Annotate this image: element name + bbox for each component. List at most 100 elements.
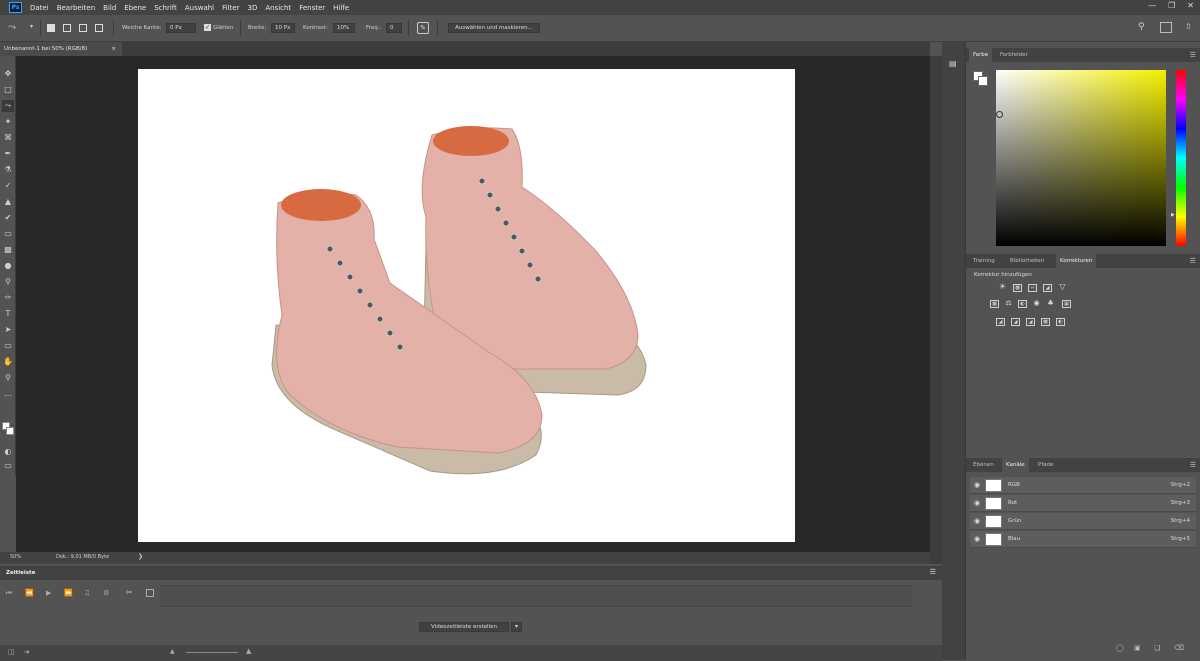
dodge-tool-icon[interactable]: ⚲	[2, 276, 14, 288]
close-icon[interactable]: ✕	[1187, 1, 1194, 10]
transition-icon[interactable]	[146, 589, 154, 597]
document-info[interactable]: Dok.: 9,01 MB/0 Byte	[56, 554, 109, 560]
previous-frame-icon[interactable]: ⏪	[25, 589, 34, 597]
gradient-map-icon[interactable]: ▩	[1041, 318, 1050, 326]
rectangle-tool-icon[interactable]: ▭	[2, 340, 14, 352]
visibility-eye-icon[interactable]: ◉	[974, 499, 980, 507]
first-frame-icon[interactable]: ⏮	[6, 589, 12, 598]
minimize-icon[interactable]: —	[1148, 1, 1156, 10]
tab-training[interactable]: Training	[969, 254, 999, 268]
lasso-tool-icon[interactable]: ⤳	[2, 100, 14, 112]
panel-menu-icon[interactable]: ☰	[1190, 461, 1196, 469]
panel-menu-icon[interactable]: ☰	[1190, 51, 1196, 59]
render-icon[interactable]: ➜	[24, 648, 30, 656]
menu-bild[interactable]: Bild	[99, 4, 120, 12]
levels-icon[interactable]: ▩	[1013, 284, 1022, 292]
save-selection-icon[interactable]: ▣	[1134, 644, 1141, 652]
convert-icon[interactable]: ◫	[8, 648, 15, 656]
settings-icon[interactable]: ⚙	[103, 589, 109, 597]
channel-mixer-icon[interactable]: ♣	[1046, 300, 1055, 308]
add-selection-icon[interactable]	[63, 24, 71, 32]
split-icon[interactable]: ✂	[126, 588, 133, 597]
background-swatch[interactable]	[978, 76, 988, 86]
visibility-eye-icon[interactable]: ◉	[974, 517, 980, 525]
new-channel-icon[interactable]: ❏	[1154, 644, 1160, 652]
hue-saturation-icon[interactable]: ▩	[990, 300, 999, 308]
tab-pfade[interactable]: Pfade	[1034, 458, 1058, 472]
panel-menu-icon[interactable]: ☰	[1190, 257, 1196, 265]
channel-row-gruen[interactable]: ◉ Grün Strg+4	[970, 513, 1196, 530]
vertical-scrollbar[interactable]	[930, 56, 942, 564]
zoom-level[interactable]: 50%	[10, 554, 21, 560]
select-and-mask-button[interactable]: Auswählen und maskieren...	[448, 23, 540, 33]
color-picker-cursor[interactable]	[996, 111, 1003, 118]
color-lookup-icon[interactable]: ▦	[1062, 300, 1071, 308]
channel-row-rgb[interactable]: ◉ RGB Strg+2	[970, 477, 1196, 494]
invert-icon[interactable]: ◢	[996, 318, 1005, 326]
tab-bibliotheken[interactable]: Bibliotheken	[1006, 254, 1048, 268]
hue-slider-handle[interactable]: ▶	[1171, 212, 1175, 218]
play-icon[interactable]: ▶	[46, 589, 51, 597]
new-selection-icon[interactable]	[47, 24, 55, 32]
document-canvas[interactable]	[138, 69, 795, 542]
zoom-slider[interactable]	[186, 652, 238, 653]
share-icon[interactable]: ⇧	[1185, 22, 1192, 31]
visibility-eye-icon[interactable]: ◉	[974, 481, 980, 489]
chevron-right-icon[interactable]: ❯	[138, 553, 143, 560]
subtract-selection-icon[interactable]	[79, 24, 87, 32]
color-picker-field[interactable]	[996, 70, 1166, 246]
brightness-contrast-icon[interactable]: ☀	[998, 283, 1007, 292]
marquee-tool-icon[interactable]: □	[2, 84, 14, 96]
eraser-tool-icon[interactable]: ▭	[2, 228, 14, 240]
visibility-eye-icon[interactable]: ◉	[974, 535, 980, 543]
pen-pressure-icon[interactable]: ✎	[417, 22, 429, 34]
timeline-track[interactable]	[160, 585, 912, 607]
load-selection-icon[interactable]: ◯	[1116, 644, 1124, 652]
clone-stamp-tool-icon[interactable]: ▲	[2, 196, 14, 208]
history-brush-tool-icon[interactable]: ✔	[2, 212, 14, 224]
pen-tool-icon[interactable]: ✑	[2, 292, 14, 304]
intersect-selection-icon[interactable]	[95, 24, 103, 32]
antialias-checkbox[interactable]: ✓	[204, 24, 211, 31]
color-balance-icon[interactable]: ⚖	[1004, 300, 1013, 308]
search-icon[interactable]: ⚲	[1138, 22, 1145, 32]
menu-ebene[interactable]: Ebene	[120, 4, 150, 12]
exposure-icon[interactable]: ◢	[1043, 284, 1052, 292]
next-frame-icon[interactable]: ⏩	[64, 589, 73, 597]
chevron-down-icon[interactable]: ▾	[30, 23, 33, 30]
menu-bearbeiten[interactable]: Bearbeiten	[53, 4, 99, 12]
tab-farbfelder[interactable]: Farbfelder	[996, 48, 1032, 62]
tab-korrekturen[interactable]: Korrekturen	[1056, 254, 1097, 268]
hue-slider[interactable]	[1176, 70, 1186, 246]
zoom-tool-icon[interactable]: ⚲	[2, 372, 14, 384]
more-tools-icon[interactable]: ⋯	[2, 390, 14, 402]
menu-filter[interactable]: Filter	[218, 4, 243, 12]
menu-auswahl[interactable]: Auswahl	[181, 4, 218, 12]
audio-icon[interactable]: ♫	[84, 589, 90, 597]
type-tool-icon[interactable]: T	[2, 308, 14, 320]
tab-kanaele[interactable]: Kanäle	[1002, 458, 1029, 472]
contrast-input[interactable]: 10%	[333, 23, 355, 33]
feather-input[interactable]: 0 Px	[166, 23, 196, 33]
brush-tool-icon[interactable]: ✓	[2, 180, 14, 192]
menu-datei[interactable]: Datei	[26, 4, 53, 12]
blur-tool-icon[interactable]: ●	[2, 260, 14, 272]
vibrance-icon[interactable]: ▽	[1058, 283, 1067, 292]
healing-brush-tool-icon[interactable]: ⚗	[2, 164, 14, 176]
menu-ansicht[interactable]: Ansicht	[261, 4, 295, 12]
hand-tool-icon[interactable]: ✋	[2, 356, 14, 368]
selective-color-icon[interactable]: ◐	[1056, 318, 1065, 326]
screen-mode-icon[interactable]: ▭	[2, 460, 14, 472]
delete-channel-icon[interactable]: ⌫	[1174, 644, 1184, 652]
crop-tool-icon[interactable]: ⌘	[2, 132, 14, 144]
channel-row-rot[interactable]: ◉ Rot Strg+3	[970, 495, 1196, 512]
panel-menu-icon[interactable]: ☰	[930, 568, 936, 576]
path-selection-tool-icon[interactable]: ➤	[2, 324, 14, 336]
background-color-swatch[interactable]	[6, 427, 14, 435]
close-tab-icon[interactable]: ×	[111, 42, 116, 56]
tab-ebenen[interactable]: Ebenen	[969, 458, 998, 472]
create-video-timeline-button[interactable]: Videozeitleiste erstellen	[419, 622, 509, 632]
workspace-icon[interactable]	[1160, 22, 1172, 33]
zoom-in-icon[interactable]: ▲	[246, 647, 251, 655]
menu-fenster[interactable]: Fenster	[295, 4, 329, 12]
